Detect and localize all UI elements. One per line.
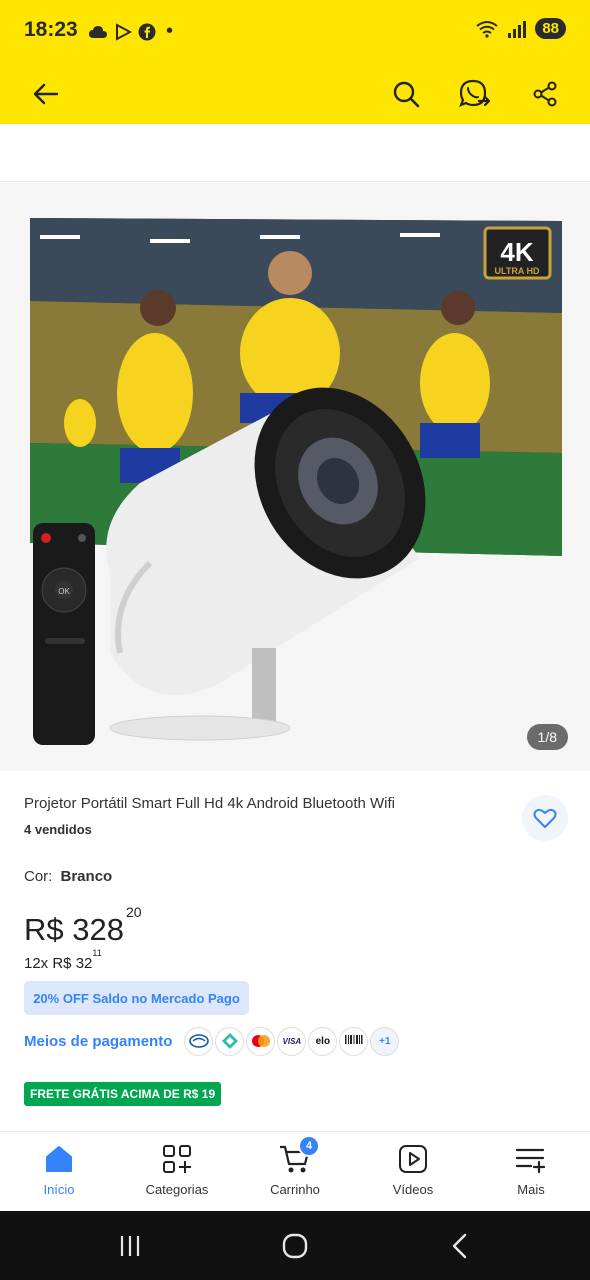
tab-label-videos: Vídeos bbox=[392, 1182, 434, 1197]
tab-mais[interactable]: Mais bbox=[472, 1132, 590, 1211]
color-selector[interactable]: Cor: Branco bbox=[24, 868, 112, 885]
product-image: 4K ULTRA HD OK bbox=[30, 218, 562, 745]
app-bar bbox=[0, 62, 590, 124]
back-nav-button[interactable] bbox=[440, 1231, 480, 1261]
payment-methods[interactable]: Meios de pagamento VISA elo +1 bbox=[24, 1025, 400, 1057]
svg-text:OK: OK bbox=[58, 587, 70, 596]
payment-icons: VISA elo +1 bbox=[184, 1026, 400, 1056]
home-icon bbox=[46, 1146, 72, 1172]
back-chevron-icon bbox=[452, 1233, 467, 1259]
product-title: Projetor Portátil Smart Full Hd 4k Andro… bbox=[24, 795, 395, 812]
back-button[interactable] bbox=[26, 74, 66, 114]
search-button[interactable] bbox=[386, 74, 426, 114]
installments-value: 12x R$ 32 bbox=[24, 955, 93, 972]
recent-apps-button[interactable] bbox=[110, 1231, 150, 1261]
play-icon bbox=[399, 1145, 427, 1173]
tab-label-inicio: Início bbox=[43, 1182, 75, 1197]
price-cents: 20 bbox=[125, 903, 142, 920]
mercado-pago-icon bbox=[184, 1026, 214, 1056]
heart-icon bbox=[533, 808, 557, 828]
search-icon bbox=[393, 81, 420, 108]
svg-text:4K: 4K bbox=[500, 237, 533, 267]
tab-videos[interactable]: Vídeos bbox=[354, 1132, 472, 1211]
home-circle-icon bbox=[282, 1233, 308, 1259]
facebook-icon bbox=[138, 23, 156, 40]
sold-count: 4 vendidos bbox=[24, 822, 92, 837]
installments-cents: 11 bbox=[92, 948, 102, 958]
pix-icon bbox=[215, 1026, 245, 1056]
bottom-tab-bar: Início Categorias 4 Carrinho Vídeos Mais bbox=[0, 1131, 590, 1211]
boleto-icon bbox=[339, 1026, 369, 1056]
price: R$ 32820 bbox=[24, 904, 142, 948]
mastercard-icon bbox=[246, 1026, 276, 1056]
header-spacer bbox=[0, 124, 590, 182]
status-bar: 18:23 • 88 bbox=[0, 0, 590, 62]
share-icon bbox=[533, 81, 557, 107]
notification-icons: • bbox=[88, 20, 173, 43]
visa-icon: VISA bbox=[277, 1026, 307, 1056]
tab-label-categorias: Categorias bbox=[145, 1182, 209, 1197]
free-shipping-badge: FRETE GRÁTIS ACIMA DE R$ 19 bbox=[24, 1082, 222, 1106]
payment-methods-link[interactable]: Meios de pagamento bbox=[24, 1033, 172, 1050]
price-main: R$ 328 bbox=[24, 912, 124, 947]
cart-count-badge: 4 bbox=[298, 1135, 320, 1157]
elo-icon: elo bbox=[308, 1026, 338, 1056]
recent-apps-icon bbox=[120, 1236, 140, 1256]
cloud-icon bbox=[89, 25, 107, 38]
promo-badge: 20% OFF Saldo no Mercado Pago bbox=[24, 981, 249, 1015]
play-store-icon bbox=[116, 22, 132, 41]
tab-label-carrinho: Carrinho bbox=[270, 1182, 320, 1197]
favorite-button[interactable] bbox=[522, 795, 568, 841]
arrow-left-icon bbox=[33, 83, 59, 105]
tab-carrinho[interactable]: 4 Carrinho bbox=[236, 1132, 354, 1211]
whatsapp-share-button[interactable] bbox=[455, 74, 495, 114]
color-value: Branco bbox=[60, 868, 113, 885]
whatsapp-share-icon bbox=[459, 79, 491, 107]
battery-badge: 88 bbox=[535, 18, 566, 39]
color-label: Cor: bbox=[24, 868, 53, 885]
status-time: 18:23 bbox=[24, 18, 78, 41]
home-nav-button[interactable] bbox=[275, 1231, 315, 1261]
wifi-icon bbox=[476, 20, 498, 38]
more-payment-methods[interactable]: +1 bbox=[370, 1026, 400, 1056]
signal-icon bbox=[508, 20, 527, 38]
share-button[interactable] bbox=[525, 74, 565, 114]
system-navigation-bar bbox=[0, 1211, 590, 1280]
installments: 12x R$ 3211 bbox=[24, 948, 102, 972]
more-list-icon bbox=[515, 1148, 546, 1174]
product-image-gallery[interactable]: 4K ULTRA HD OK 1/8 bbox=[0, 183, 590, 771]
tab-categorias[interactable]: Categorias bbox=[118, 1132, 236, 1211]
tab-inicio[interactable]: Início bbox=[0, 1132, 118, 1211]
tab-label-mais: Mais bbox=[517, 1182, 545, 1197]
dot-icon: • bbox=[166, 20, 174, 42]
image-counter: 1/8 bbox=[526, 724, 568, 750]
system-icons: 88 bbox=[475, 18, 566, 39]
svg-text:ULTRA HD: ULTRA HD bbox=[495, 266, 540, 276]
categories-icon bbox=[163, 1145, 191, 1173]
